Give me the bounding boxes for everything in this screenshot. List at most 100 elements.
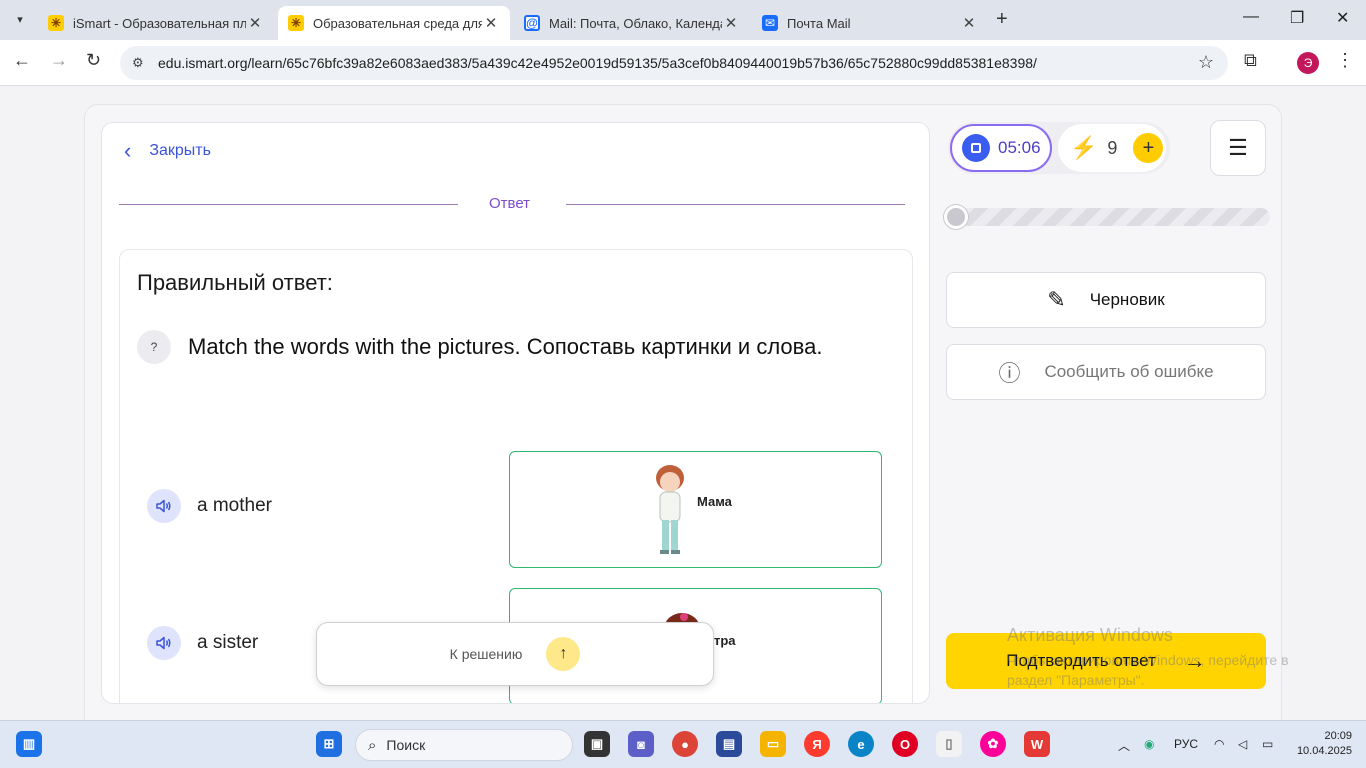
chrome-icon[interactable]: ●	[672, 731, 698, 757]
word-row: a mother	[147, 489, 272, 523]
report-label: Сообщить об ошибке	[1044, 362, 1214, 381]
windows-taskbar: ▥ ⊞ ⌕ Поиск ▣ ◙ ● ▤ ▭ Я e O ▯ ✿ W ︿ ◉ РУ…	[0, 720, 1366, 768]
more-menu-icon[interactable]: ⋮	[1336, 50, 1354, 71]
progress-knob	[944, 205, 968, 229]
speaker-icon	[156, 636, 171, 650]
confirm-answer-button[interactable]: Подтвердить ответ →	[946, 633, 1266, 689]
site-info-icon[interactable]: ⚙	[132, 55, 154, 71]
status-group: 05:06 ⚡ 9 +	[948, 122, 1170, 174]
tray-chevron-up-icon[interactable]: ︿	[1118, 737, 1130, 754]
energy-count: 9	[1107, 137, 1118, 158]
progress-bar	[946, 208, 1270, 226]
tab-title: Образовательная среда для са	[313, 15, 482, 31]
battery-icon[interactable]: ▭	[1262, 737, 1273, 751]
tab-close-icon[interactable]: ✕	[960, 14, 978, 32]
arrow-right-icon: →	[1183, 648, 1206, 673]
confirm-label: Подтвердить ответ	[1006, 651, 1156, 670]
question-text: Match the words with the pictures. Сопос…	[188, 334, 823, 359]
energy-counter: ⚡ 9 +	[1058, 124, 1166, 172]
opera-icon[interactable]: O	[892, 731, 918, 757]
tab-title: iSmart - Образовательная пла	[73, 15, 246, 31]
arrow-up-icon: ↑	[546, 637, 581, 671]
volume-icon[interactable]: ◁	[1238, 737, 1247, 751]
edge-icon[interactable]: e	[848, 731, 874, 757]
clock-time: 20:09	[1324, 730, 1352, 742]
teams-icon[interactable]: ◙	[628, 731, 654, 757]
speaker-button[interactable]	[147, 626, 181, 660]
start-icon[interactable]: ⊞	[316, 731, 342, 757]
menu-lines-icon: ☰	[1228, 135, 1248, 160]
report-error-button[interactable]: ⓘ Сообщить об ошибке	[946, 344, 1266, 400]
chevron-left-icon: ‹	[124, 138, 132, 163]
picture-label: тра	[714, 633, 736, 648]
lightning-icon: ⚡	[1070, 135, 1098, 160]
wps-office-icon[interactable]: W	[1024, 731, 1050, 757]
search-label: Поиск	[386, 737, 426, 753]
section-label: Ответ	[489, 195, 531, 212]
widgets-icon[interactable]: ▥	[16, 731, 42, 757]
task-view-icon[interactable]: ▣	[584, 731, 610, 757]
word-row: a sister	[147, 626, 258, 660]
browser-tab-active[interactable]: ✳ Образовательная среда для са ✕	[278, 6, 510, 40]
alert-circle-icon: ⓘ	[998, 361, 1021, 386]
new-tab-icon[interactable]: +	[996, 8, 1008, 31]
forward-icon[interactable]: →	[50, 50, 68, 71]
window-close-icon[interactable]: ✕	[1336, 8, 1349, 28]
timer-value: 05:06	[998, 138, 1041, 157]
tab-close-icon[interactable]: ✕	[722, 14, 740, 32]
answer-card: ‹ Закрыть Ответ Правильный ответ: ? Matc…	[101, 122, 930, 704]
document-icon[interactable]: ▯	[936, 731, 962, 757]
extensions-icon[interactable]: ⧉	[1244, 50, 1257, 71]
draft-button[interactable]: ✎ Черновик	[946, 272, 1266, 328]
wifi-icon[interactable]: ◠	[1214, 737, 1224, 751]
divider-right	[566, 204, 905, 205]
timer-pill[interactable]: 05:06	[950, 124, 1052, 172]
speaker-button[interactable]	[147, 489, 181, 523]
back-icon[interactable]: ←	[13, 50, 31, 71]
tab-close-icon[interactable]: ✕	[246, 14, 264, 32]
pencil-icon: ✎	[1047, 287, 1066, 312]
save-disk-icon[interactable]: ▤	[716, 731, 742, 757]
draft-label: Черновик	[1089, 290, 1165, 309]
speaker-icon	[156, 499, 171, 513]
ismart-icon: ✳	[48, 15, 64, 31]
word-label: a mother	[197, 495, 272, 516]
add-energy-button[interactable]: +	[1133, 133, 1164, 163]
omnibox[interactable]: ⚙ edu.ismart.org/learn/65c76bfc39a82e608…	[120, 46, 1228, 80]
tab-title: Mail: Почта, Облако, Календар	[549, 15, 722, 31]
stop-icon	[962, 134, 990, 162]
mail-at-icon: @	[524, 15, 540, 31]
browser-tab-mail[interactable]: @ Mail: Почта, Облако, Календар ✕	[514, 6, 750, 40]
clock[interactable]: 20:09 10.04.2025	[1290, 729, 1352, 759]
ismart-icon: ✳	[288, 15, 304, 31]
clock-date: 10.04.2025	[1296, 745, 1352, 757]
profile-avatar[interactable]: Э	[1297, 52, 1319, 74]
file-explorer-icon[interactable]: ▭	[760, 731, 786, 757]
menu-button[interactable]: ☰	[1210, 120, 1266, 176]
colorful-app-icon[interactable]: ✿	[980, 731, 1006, 757]
language-indicator[interactable]: РУС	[1174, 737, 1198, 751]
browser-tab-bar: ▾ ✳ iSmart - Образовательная пла ✕ ✳ Обр…	[0, 0, 1366, 40]
mail-envelope-icon: ✉	[762, 15, 778, 31]
minimize-icon[interactable]: —	[1243, 8, 1259, 26]
taskbar-search[interactable]: ⌕ Поиск	[355, 729, 573, 761]
url-text[interactable]: edu.ismart.org/learn/65c76bfc39a82e6083a…	[158, 55, 1037, 71]
browser-tab-pochta[interactable]: ✉ Почта Mail ✕	[752, 6, 988, 40]
divider-left	[119, 204, 458, 205]
browser-tab-ismart[interactable]: ✳ iSmart - Образовательная пла ✕	[38, 6, 274, 40]
yandex-browser-icon[interactable]: Я	[804, 731, 830, 757]
picture-label: Мама	[697, 494, 732, 509]
tab-search-chevron-icon[interactable]: ▾	[8, 7, 32, 31]
to-solution-label: К решению	[449, 646, 523, 662]
question-badge: ?	[137, 330, 171, 364]
restore-icon[interactable]: ❐	[1290, 8, 1304, 28]
to-solution-button[interactable]: К решению ↑	[316, 622, 714, 686]
bookmark-star-icon[interactable]: ☆	[1198, 52, 1214, 73]
close-link[interactable]: ‹ Закрыть	[124, 138, 211, 163]
tab-close-icon[interactable]: ✕	[482, 14, 500, 32]
mother-illustration	[656, 465, 684, 554]
tray-app-icon[interactable]: ◉	[1144, 737, 1154, 751]
address-toolbar: ← → ↻ ⚙ edu.ismart.org/learn/65c76bfc39a…	[0, 40, 1366, 86]
reload-icon[interactable]: ↻	[86, 50, 101, 71]
picture-card[interactable]: Мама	[509, 451, 882, 568]
